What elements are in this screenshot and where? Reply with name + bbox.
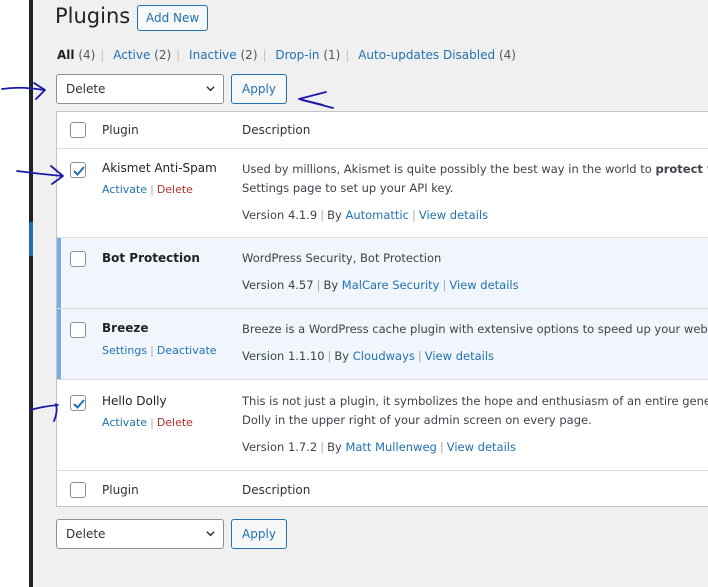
plugins-table: Plugin Description Akismet Anti-Spam Act… [56,111,708,507]
filter-drop-in[interactable]: Drop-in (1) [275,48,340,62]
select-all-checkbox-footer[interactable] [70,482,86,498]
apply-button-bottom[interactable]: Apply [231,519,287,549]
apply-button[interactable]: Apply [231,74,287,104]
row-checkbox[interactable] [70,251,86,267]
filter-active[interactable]: Active (2) [113,48,171,62]
author-link[interactable]: Cloudways [353,349,415,363]
plugin-name: Akismet Anti-Spam [102,161,217,175]
row-actions: Settings | Deactivate [102,344,217,357]
view-details-link[interactable]: View details [447,440,516,454]
settings-link[interactable]: Settings [102,344,147,357]
activate-link[interactable]: Activate [102,416,147,429]
table-row: Hello Dolly Activate | Delete This is not … [57,380,708,471]
add-new-button[interactable]: Add New [137,5,209,31]
table-header: Plugin Description [57,112,708,149]
checkmark-icon [73,399,85,409]
row-checkbox[interactable] [70,162,86,178]
plugin-name: Bot Protection [102,251,200,265]
view-details-link[interactable]: View details [419,208,488,222]
table-row: Breeze Settings | Deactivate Breeze is a W… [57,309,708,380]
checkmark-icon [73,166,85,176]
column-description-footer: Description [242,483,311,497]
table-row: Akismet Anti-Spam Activate | Delete Used b… [57,149,708,238]
plugin-meta: Version 4.1.9 | By Automattic | View details [242,208,489,222]
chevron-down-icon [206,86,215,92]
delete-link[interactable]: Delete [157,416,193,429]
chevron-down-icon [206,531,215,537]
bulk-action-select-bottom[interactable]: Delete [56,519,224,549]
row-actions: Activate | Delete [102,183,193,196]
activate-link[interactable]: Activate [102,183,147,196]
filter-all[interactable]: All (4) [57,48,95,62]
select-all-checkbox[interactable] [70,122,86,138]
plugin-meta: Version 1.7.2 | By Matt Mullenweg | View det… [242,440,516,454]
column-plugin: Plugin [102,123,139,137]
plugin-name: Hello Dolly [102,394,167,408]
bulk-action-select[interactable]: Delete [56,74,224,104]
view-details-link[interactable]: View details [425,349,494,363]
author-link[interactable]: Matt Mullenweg [345,440,436,454]
plugin-name: Breeze [102,321,149,335]
column-plugin-footer: Plugin [102,483,139,497]
plugin-description: WordPress Security, Bot Protection [242,251,442,265]
row-actions: Activate | Delete [102,416,193,429]
deactivate-link[interactable]: Deactivate [157,344,217,357]
author-link[interactable]: Automattic [345,208,409,222]
row-checkbox[interactable] [70,322,86,338]
author-link[interactable]: MalCare Security [342,278,440,292]
plugin-description: Breeze is a WordPress cache plugin with … [242,322,708,336]
page-title: Plugins [55,4,131,28]
plugin-description: This is not just a plugin, it symbolizes… [242,394,708,427]
filter-auto-updates-disabled[interactable]: Auto-updates Disabled (4) [358,48,516,62]
delete-link[interactable]: Delete [157,183,193,196]
filter-inactive[interactable]: Inactive (2) [189,48,257,62]
row-checkbox[interactable] [70,395,86,411]
column-description: Description [242,123,311,137]
plugin-meta: Version 4.57 | By MalCare Security | View de… [242,278,519,292]
table-row: Bot Protection WordPress Security, Bot P… [57,238,708,309]
table-footer: Plugin Description [57,471,708,507]
plugin-meta: Version 1.1.10 | By Cloudways | View details [242,349,495,363]
plugins-page: Plugins Add New All (4) | Active (2) | Ina… [33,0,708,587]
plugin-description: Used by millions, Akismet is quite possi… [242,162,708,195]
status-filters: All (4) | Active (2) | Inactive (2) | Drop-… [57,48,516,62]
view-details-link[interactable]: View details [449,278,518,292]
